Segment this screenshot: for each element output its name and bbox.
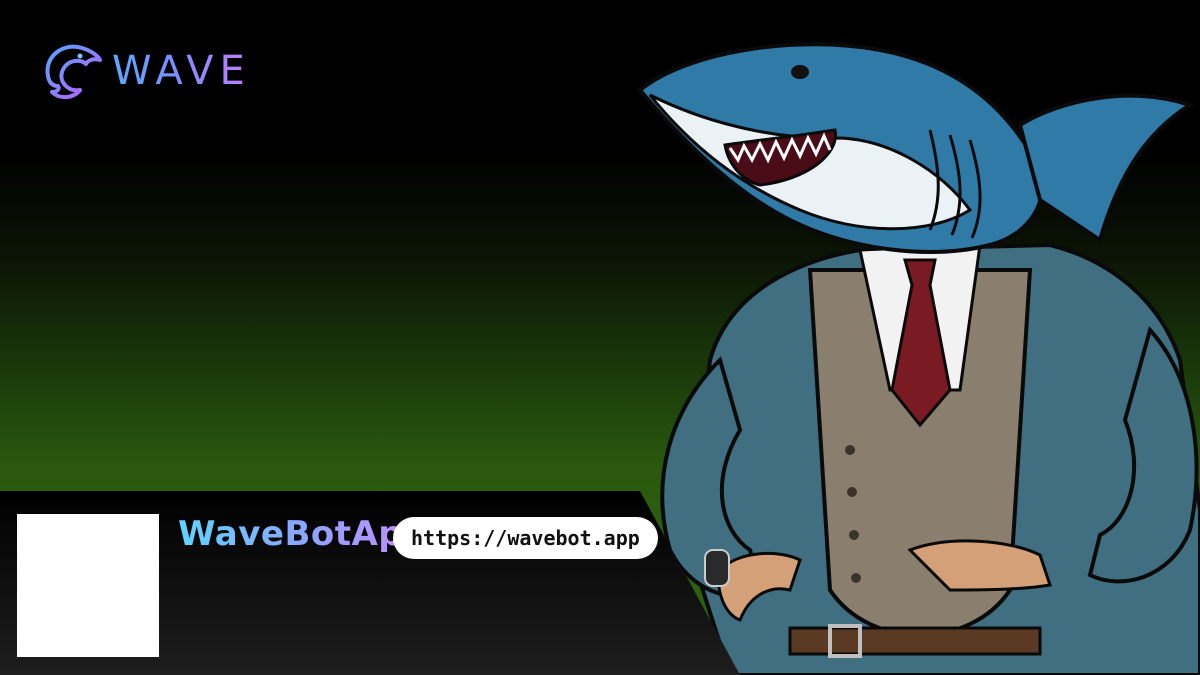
avatar: [17, 514, 159, 657]
logo-text: WAVE: [112, 48, 251, 94]
dolphin-icon: [45, 44, 102, 99]
wave-logo: WAVE: [36, 38, 251, 104]
profile-url-link[interactable]: https://wavebot.app: [393, 517, 658, 559]
profile-name: WaveBotApp: [178, 514, 428, 554]
